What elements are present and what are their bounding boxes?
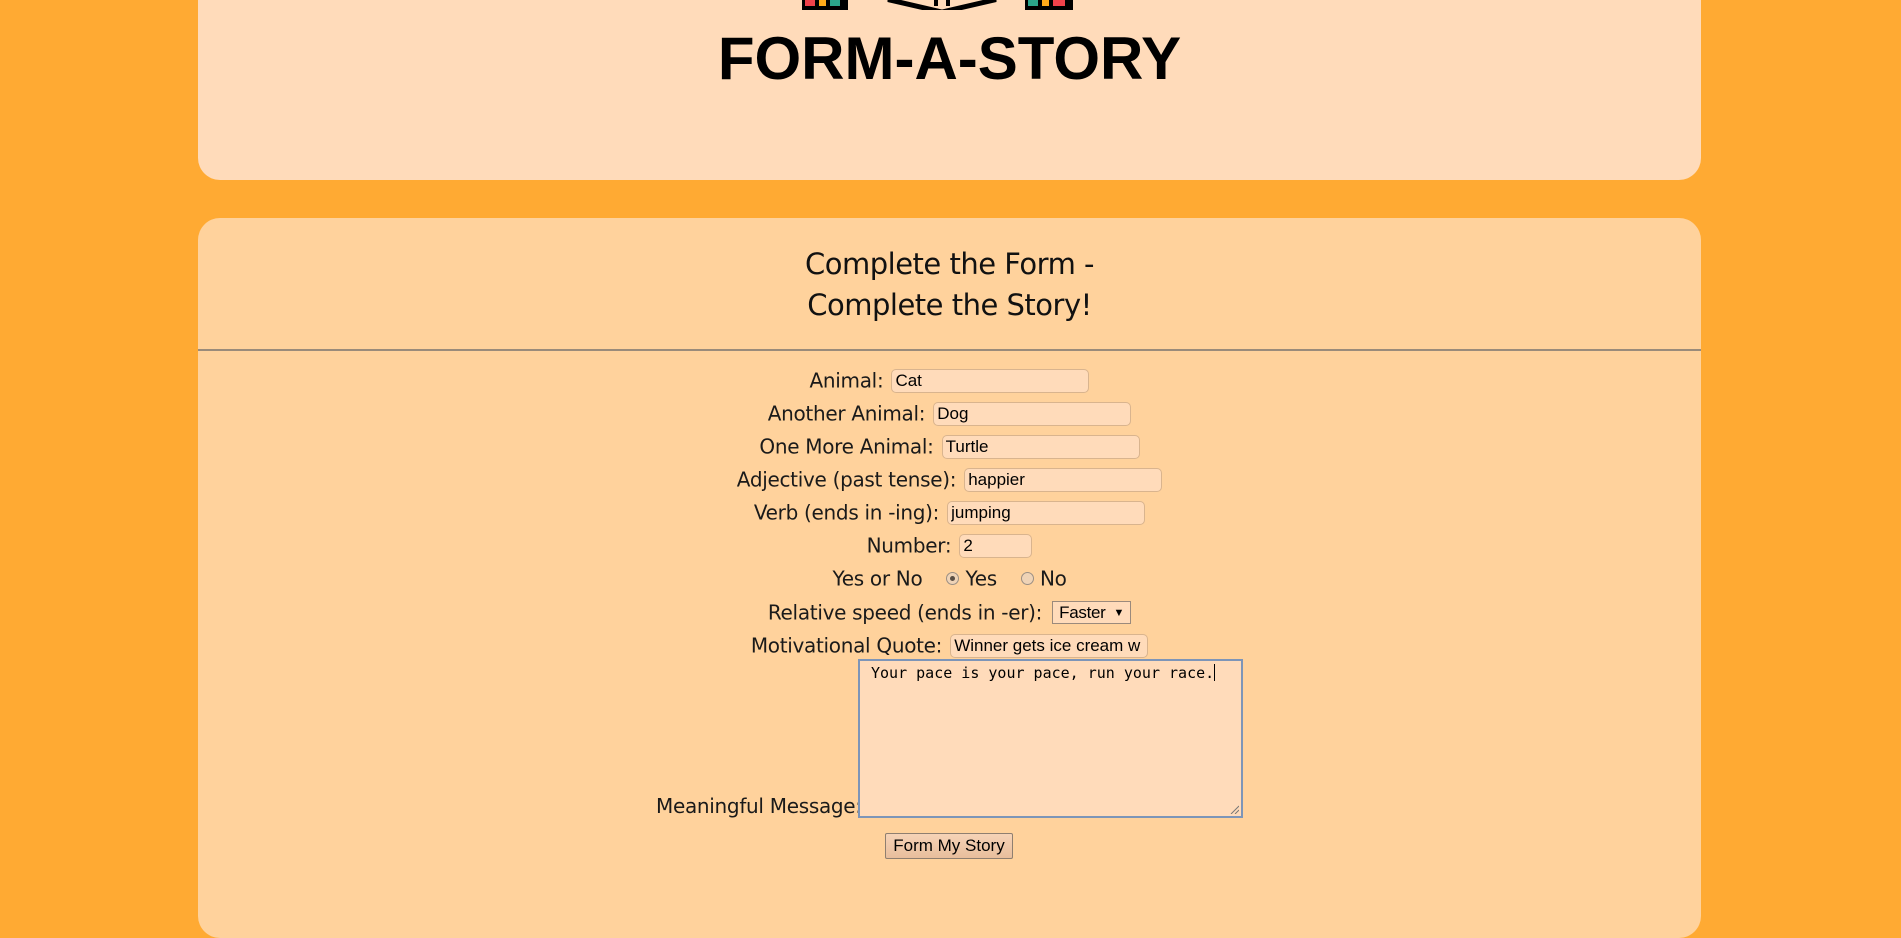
- number-label: Number:: [866, 533, 952, 558]
- one-more-animal-label: One More Animal:: [759, 434, 934, 459]
- one-more-animal-row: One More Animal:: [198, 433, 1701, 459]
- form-heading-line1: Complete the Form -: [804, 247, 1095, 281]
- animal-label: Animal:: [809, 368, 884, 393]
- number-row: Number:: [198, 532, 1701, 558]
- no-radio[interactable]: [1020, 572, 1034, 585]
- relative-speed-label: Relative speed (ends in -er):: [767, 600, 1043, 625]
- animal-input[interactable]: [891, 368, 1090, 393]
- yes-radio[interactable]: [946, 572, 960, 585]
- yes-radio-label[interactable]: Yes: [965, 567, 997, 591]
- relative-speed-select[interactable]: Faster ▼: [1052, 601, 1132, 624]
- one-more-animal-input[interactable]: [941, 434, 1140, 459]
- another-animal-input[interactable]: [933, 401, 1132, 426]
- header-card: FORM-A-STORY: [198, 0, 1701, 180]
- motivational-quote-input[interactable]: [950, 633, 1149, 658]
- text-cursor: [1214, 664, 1216, 681]
- verb-input[interactable]: [947, 500, 1146, 525]
- site-title: FORM-A-STORY: [717, 25, 1182, 92]
- adjective-row: Adjective (past tense):: [198, 466, 1701, 492]
- meaningful-message-label: Meaningful Message:: [656, 794, 862, 818]
- verb-row: Verb (ends in -ing):: [198, 499, 1701, 525]
- yes-no-label: Yes or No: [832, 566, 923, 591]
- resize-grip-icon[interactable]: [1229, 804, 1239, 814]
- number-input[interactable]: [959, 533, 1033, 558]
- yes-no-row: Yes or No Yes No: [198, 565, 1701, 591]
- another-animal-row: Another Animal:: [198, 400, 1701, 426]
- motivational-quote-row: Motivational Quote:: [198, 632, 1701, 658]
- form-heading: Complete the Form - Complete the Story!: [198, 244, 1701, 326]
- form-heading-line2: Complete the Story!: [807, 288, 1092, 322]
- form-my-story-button[interactable]: Form My Story: [885, 833, 1013, 859]
- divider: [198, 349, 1701, 351]
- form-card: Complete the Form - Complete the Story! …: [198, 218, 1701, 938]
- meaningful-message-textarea[interactable]: Your pace is your pace, run your race.: [858, 659, 1243, 818]
- another-animal-label: Another Animal:: [767, 401, 926, 426]
- adjective-input[interactable]: [964, 467, 1163, 492]
- animal-row: Animal:: [198, 367, 1701, 393]
- book-shelf-logo-icon: [802, 0, 1073, 10]
- relative-speed-value: Faster: [1059, 603, 1106, 622]
- no-radio-label[interactable]: No: [1040, 567, 1067, 591]
- relative-speed-row: Relative speed (ends in -er): Faster ▼: [198, 599, 1701, 625]
- meaningful-message-text: Your pace is your pace, run your race.: [871, 664, 1215, 682]
- adjective-label: Adjective (past tense):: [736, 467, 957, 492]
- verb-label: Verb (ends in -ing):: [753, 500, 940, 525]
- chevron-down-icon: ▼: [1113, 607, 1125, 619]
- motivational-quote-label: Motivational Quote:: [750, 633, 943, 658]
